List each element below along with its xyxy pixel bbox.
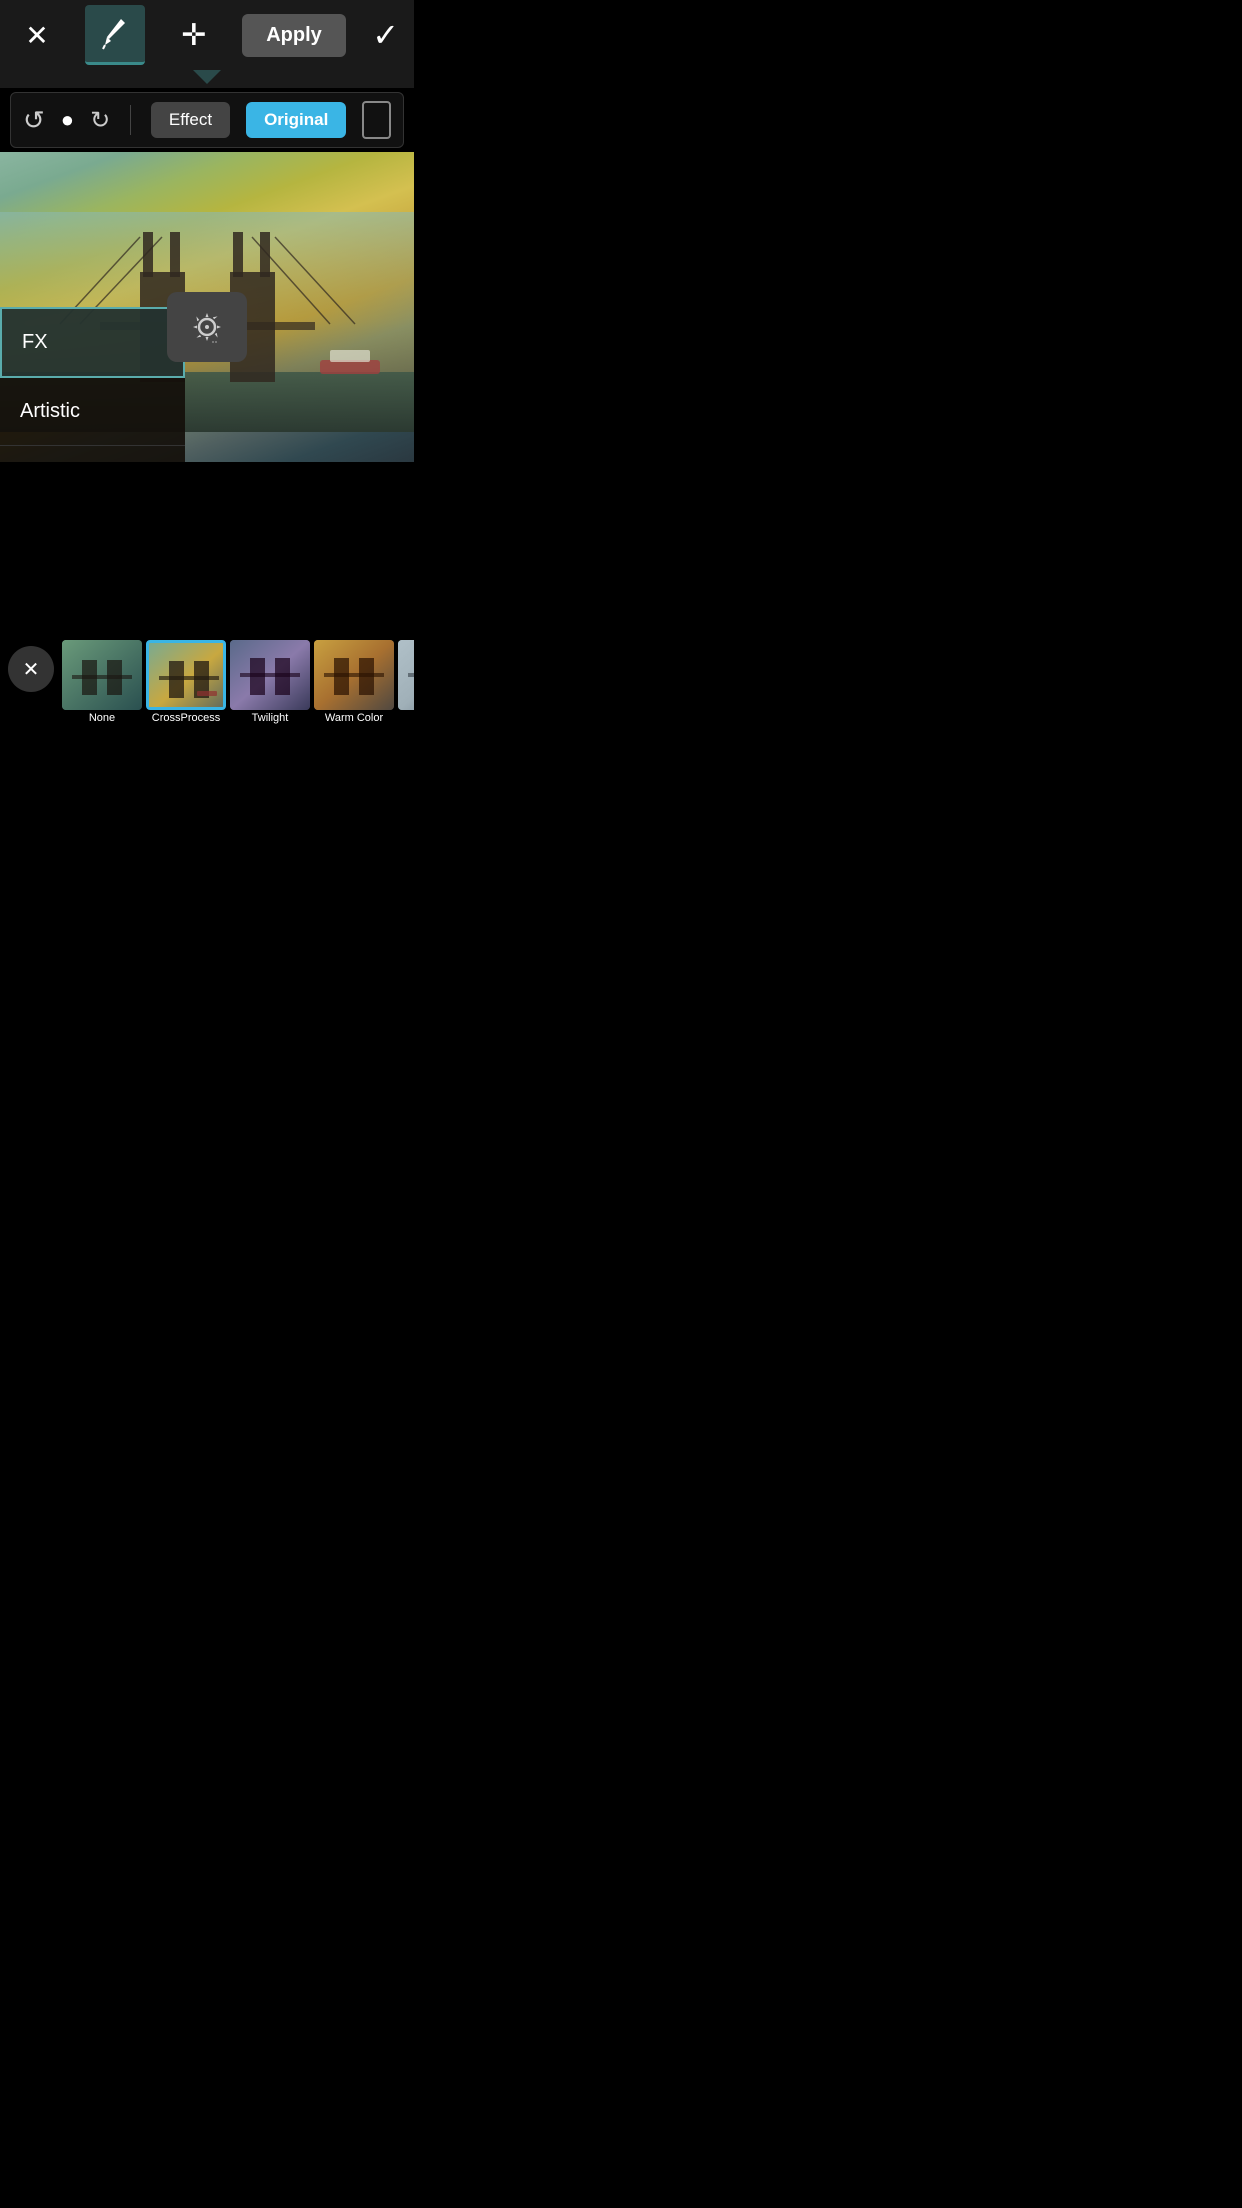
menu-item-fx[interactable]: FX [0, 307, 185, 378]
refresh-button[interactable]: ↻ [90, 106, 110, 135]
brush-button[interactable] [85, 5, 145, 65]
thumb-none[interactable]: None [62, 640, 142, 724]
menu-item-pop-art[interactable]: Pop Art [0, 446, 185, 462]
apply-button[interactable]: Apply [242, 14, 346, 57]
gear-button[interactable] [167, 292, 247, 362]
thumb-none-img [62, 640, 142, 710]
thumb-twilight[interactable]: Twilight [230, 640, 310, 724]
thumb-crossprocess-img [146, 640, 226, 710]
gear-icon [187, 307, 227, 347]
undo-button[interactable]: ↺ [23, 105, 45, 136]
dot-button[interactable]: ● [61, 107, 74, 133]
thumb-crossprocess-label: CrossProcess [152, 712, 220, 724]
image-area: FX Artistic Pop Art Paper Corrections [0, 152, 414, 462]
side-menu: FX Artistic Pop Art Paper Corrections [0, 307, 185, 462]
thumb-warmcolor[interactable]: Warm Color [314, 640, 394, 724]
move-button[interactable]: ✛ [172, 13, 216, 57]
close-button[interactable]: ✕ [15, 13, 59, 57]
thumb-twilight-img [230, 640, 310, 710]
top-toolbar: ✕ ✛ Apply ✓ [0, 0, 414, 70]
toolbar-pointer [0, 70, 414, 88]
thumb-warmcolor-img [314, 640, 394, 710]
menu-item-artistic[interactable]: Artistic [0, 378, 185, 446]
thumb-crossprocess[interactable]: CrossProcess [146, 640, 226, 724]
thumb-lightcro-img [398, 640, 414, 710]
filmstrip: ✕ None [0, 636, 414, 736]
square-button[interactable] [362, 101, 391, 139]
secondary-toolbar: ↺ ● ↻ Effect Original [10, 92, 404, 148]
thumb-lightcro[interactable]: Light Cro [398, 640, 414, 724]
original-button[interactable]: Original [246, 102, 346, 138]
brush-icon [101, 17, 129, 51]
effect-button[interactable]: Effect [151, 102, 230, 138]
toolbar-divider [130, 105, 131, 135]
thumb-twilight-label: Twilight [252, 712, 289, 724]
confirm-button[interactable]: ✓ [372, 16, 399, 54]
filmstrip-close-button[interactable]: ✕ [8, 646, 54, 692]
thumbnails-container: None [62, 636, 414, 728]
thumb-warmcolor-label: Warm Color [325, 712, 383, 724]
thumb-none-label: None [89, 712, 115, 724]
